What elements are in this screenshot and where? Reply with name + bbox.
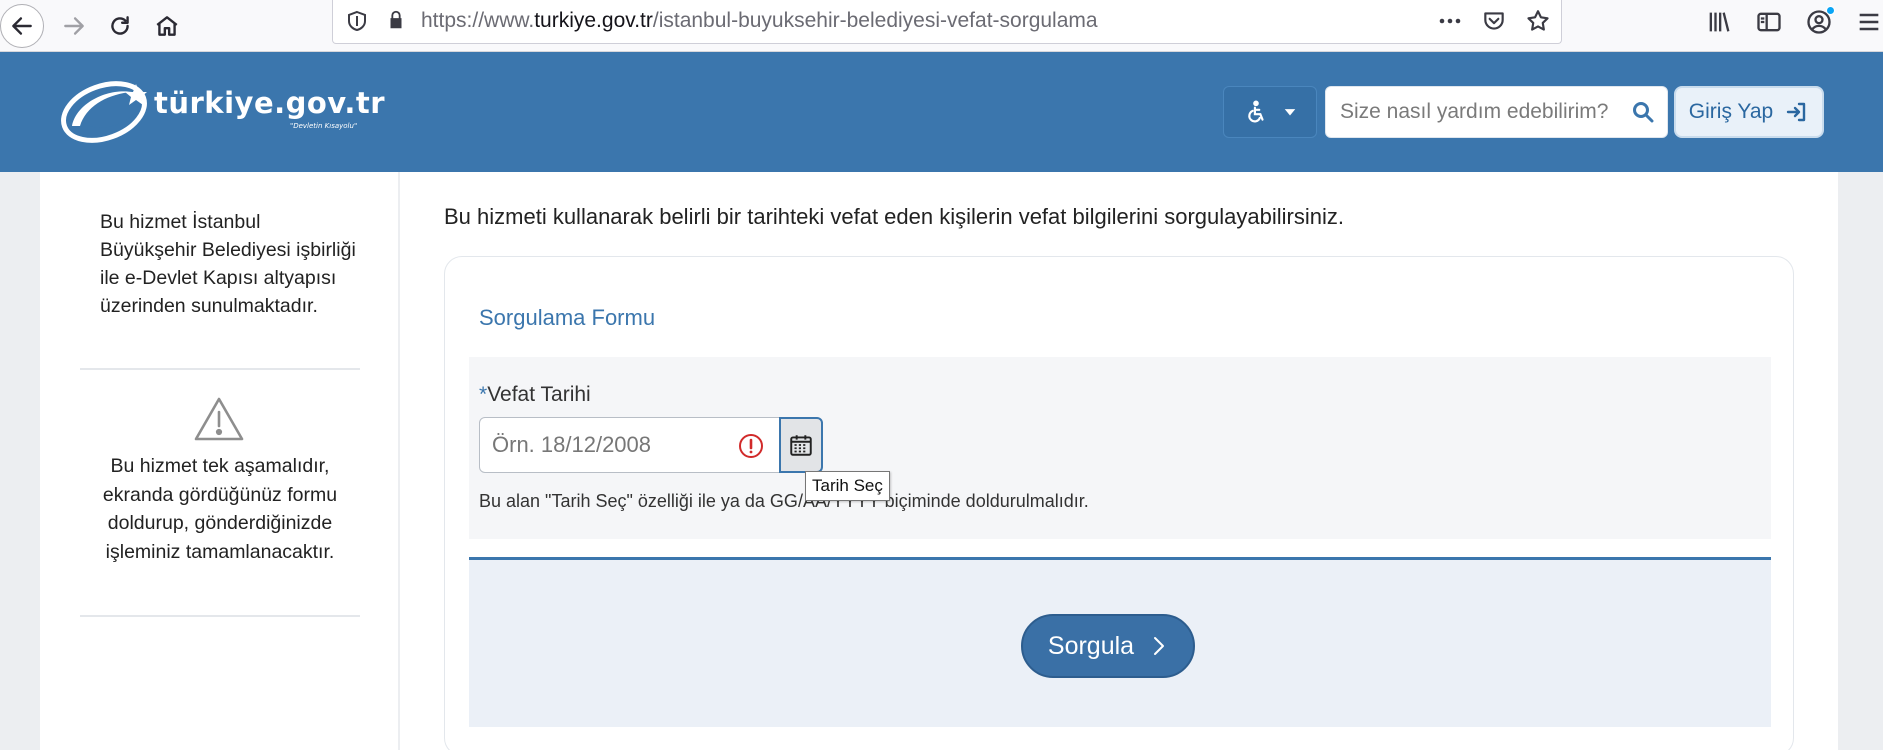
sidebar-divider [80,615,360,617]
url-path: /istanbul-buyuksehir-belediyesi-vefat-so… [652,9,1098,32]
death-date-input[interactable] [492,418,732,472]
tracking-shield-icon[interactable] [345,9,369,35]
sidebar-toggle-icon[interactable] [1755,8,1783,36]
date-field-label-text: Vefat Tarihi [487,383,591,406]
accessibility-button[interactable] [1223,86,1317,138]
service-provider-info: Bu hizmet İstanbul Büyükşehir Belediyesi… [100,211,356,317]
toolbar-right [1705,6,1883,36]
url-host: turkiye.gov.tr [534,9,653,32]
login-button[interactable]: Giriş Yap [1674,86,1824,138]
date-picker-button[interactable] [779,417,823,473]
url-bar[interactable]: https://www.turkiye.gov.tr/istanbul-buyu… [332,0,1562,44]
arrow-left-icon [12,17,32,35]
submit-label: Sorgula [1047,631,1135,660]
single-stage-info: Bu hizmet tek aşamalıdır, ekranda gördüğ… [102,455,338,563]
reload-button[interactable] [98,4,142,48]
more-actions-icon[interactable] [1437,8,1463,34]
library-icon[interactable] [1705,8,1733,36]
sidebar-divider [80,368,360,370]
date-field-group: *Vefat Tarihi Bu alan "Tarih Seç" özelli… [469,357,1771,539]
logo-tagline: "Devletin Kısayolu" [290,122,358,130]
required-mark: * [479,383,488,406]
date-field-label: *Vefat Tarihi [479,383,591,407]
site-logo[interactable]: türkiye.gov.tr "Devletin Kısayolu" [58,72,385,152]
forward-button[interactable] [52,4,96,48]
account-icon[interactable] [1805,6,1835,36]
error-alert-icon [738,433,764,459]
sidebar: Bu hizmet İstanbul Büyükşehir Belediyesi… [40,172,398,750]
crescent-star-logo-icon [61,81,147,143]
lock-icon[interactable] [385,9,407,35]
back-button[interactable] [0,4,44,48]
warning-icon [193,396,245,442]
notification-dot [1826,6,1835,15]
login-label: Giriş Yap [1688,100,1774,123]
home-button[interactable] [145,4,189,48]
reload-icon [111,16,129,35]
url-prefix: https://www. [421,9,535,32]
menu-icon[interactable] [1855,8,1883,36]
main-content: Bu hizmeti kullanarak belirli bir tariht… [400,172,1838,750]
date-input-wrapper [479,417,781,473]
browser-toolbar: https://www.turkiye.gov.tr/istanbul-buyu… [0,0,1883,52]
sign-in-icon [1787,102,1806,122]
search-icon[interactable] [1631,100,1655,124]
site-header: türkiye.gov.tr "Devletin Kısayolu" Giriş… [0,52,1883,172]
pocket-icon[interactable] [1481,8,1507,34]
service-intro: Bu hizmeti kullanarak belirli bir tariht… [444,204,1344,229]
home-icon [156,16,178,36]
form-actions: Sorgula [469,557,1771,727]
url-actions [1437,8,1551,34]
submit-query-button[interactable]: Sorgula [1021,614,1195,678]
chevron-right-icon [1154,637,1165,655]
calendar-icon [790,435,812,456]
bookmark-star-icon[interactable] [1525,8,1551,34]
date-picker-tooltip: Tarih Seç [805,471,890,501]
arrow-right-icon [64,17,84,35]
query-form: Sorgulama Formu *Vefat Tarihi Bu alan "T… [444,256,1794,750]
search-input[interactable] [1340,87,1630,137]
date-field-hint: Bu alan "Tarih Seç" özelliği ile ya da G… [479,491,1089,511]
url-text[interactable]: https://www.turkiye.gov.tr/istanbul-buyu… [421,9,1098,33]
caret-down-icon [1284,109,1296,116]
search-box [1325,86,1668,138]
logo-text: türkiye.gov.tr [154,86,386,120]
form-title: Sorgulama Formu [479,305,656,330]
wheelchair-icon [1248,100,1264,123]
